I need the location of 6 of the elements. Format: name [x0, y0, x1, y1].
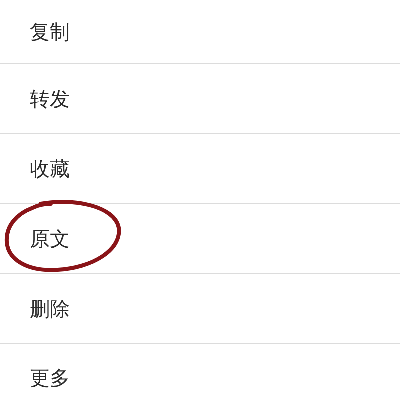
menu-item[interactable]: 收藏 — [30, 158, 70, 178]
menu-item[interactable]: 复制 — [30, 22, 70, 42]
menu-item[interactable]: 删除 — [30, 298, 70, 318]
menu-item[interactable]: 转发 — [30, 88, 70, 108]
menu-item[interactable]: 更多 — [30, 368, 70, 388]
menu-item[interactable]: 原文 — [30, 228, 70, 248]
